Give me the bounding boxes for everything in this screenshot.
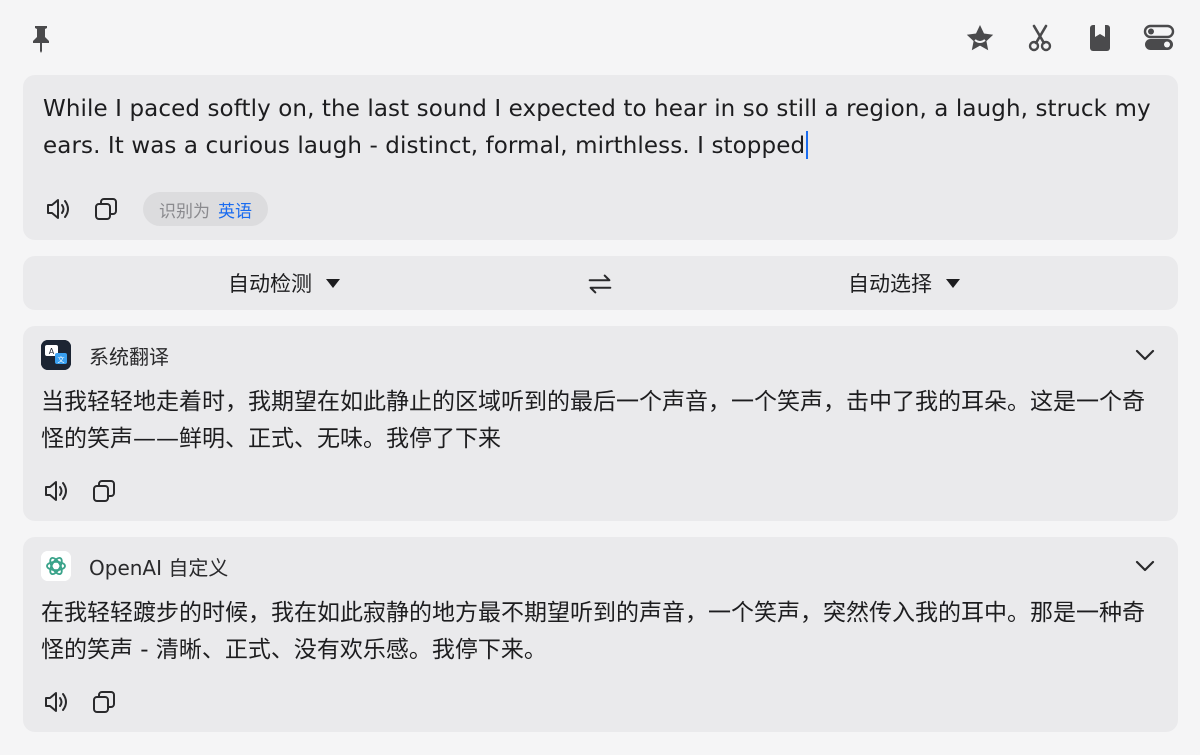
service-header[interactable]: OpenAI 自定义	[41, 551, 228, 581]
chevron-down-icon[interactable]	[1132, 342, 1158, 368]
detected-language: 英语	[218, 201, 252, 222]
chevron-down-icon[interactable]	[1132, 553, 1158, 579]
triangle-down-icon	[326, 278, 340, 288]
service-name: OpenAI 自定义	[89, 555, 229, 580]
detected-prefix: 识别为	[159, 201, 210, 222]
star-icon[interactable]	[962, 20, 998, 56]
language-bar: 自动检测 自动选择	[23, 256, 1178, 310]
service-header[interactable]: A文 系统翻译	[41, 340, 169, 370]
target-language-label: 自动选择	[848, 272, 932, 296]
translation-text: 在我轻轻踱步的时候，我在如此寂静的地方最不期望听到的声音，一个笑声，突然传入我的…	[41, 600, 1145, 663]
svg-text:A: A	[49, 347, 55, 356]
copy-icon[interactable]	[89, 687, 119, 717]
svg-text:文: 文	[58, 355, 65, 364]
source-language-select[interactable]: 自动检测	[228, 256, 340, 310]
toggle-icon[interactable]	[1141, 20, 1177, 56]
speaker-icon[interactable]	[41, 476, 71, 506]
source-language-label: 自动检测	[228, 272, 312, 296]
speaker-icon[interactable]	[41, 687, 71, 717]
text-caret	[806, 131, 809, 159]
swap-icon[interactable]	[584, 268, 616, 300]
pin-icon[interactable]	[23, 20, 59, 56]
result-card-system: A文 系统翻译 当我轻轻地走着时，我期望在如此静止的区域听到的最后一个声音，一个…	[23, 326, 1178, 521]
source-text: While I paced softly on, the last sound …	[43, 96, 1151, 159]
openai-icon	[41, 551, 71, 581]
result-actions	[41, 476, 119, 506]
source-card: While I paced softly on, the last sound …	[23, 75, 1178, 240]
detected-language-badge[interactable]: 识别为 英语	[143, 192, 268, 226]
translator-window: While I paced softly on, the last sound …	[0, 0, 1200, 755]
copy-icon[interactable]	[91, 194, 121, 224]
bookmark-icon[interactable]	[1082, 20, 1118, 56]
system-translate-icon: A文	[41, 340, 71, 370]
source-actions: 识别为 英语	[43, 192, 268, 226]
translation-text: 当我轻轻地走着时，我期望在如此静止的区域听到的最后一个声音，一个笑声，击中了我的…	[41, 389, 1145, 452]
target-language-select[interactable]: 自动选择	[848, 256, 960, 310]
speaker-icon[interactable]	[43, 194, 73, 224]
copy-icon[interactable]	[89, 476, 119, 506]
result-card-openai: OpenAI 自定义 在我轻轻踱步的时候，我在如此寂静的地方最不期望听到的声音，…	[23, 537, 1178, 732]
toolbar	[0, 0, 1200, 75]
service-name: 系统翻译	[89, 344, 169, 369]
triangle-down-icon	[946, 278, 960, 288]
scissors-icon[interactable]	[1022, 20, 1058, 56]
source-input[interactable]: While I paced softly on, the last sound …	[43, 91, 1158, 165]
result-actions	[41, 687, 119, 717]
